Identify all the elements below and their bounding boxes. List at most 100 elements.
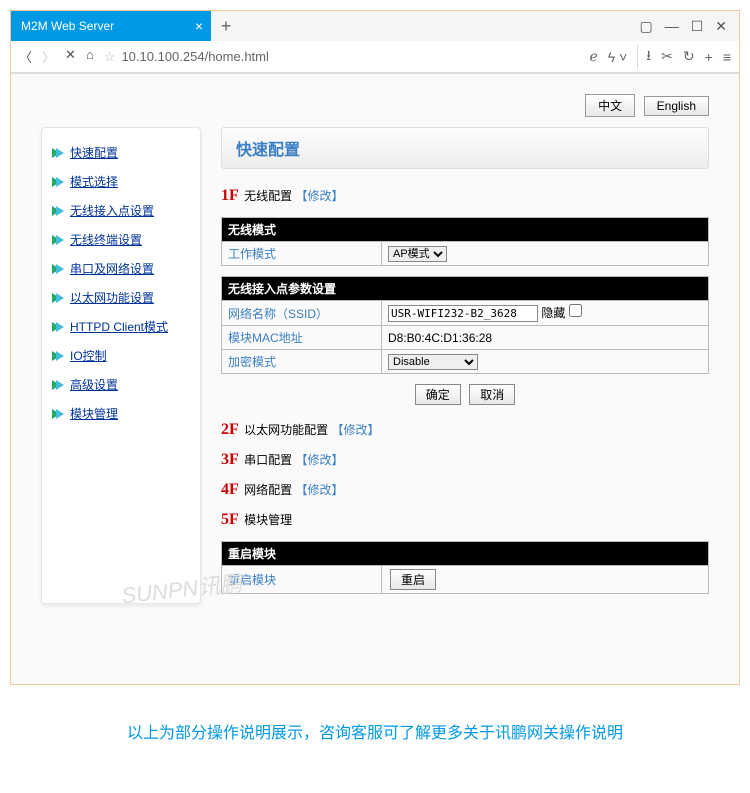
sidebar-item-ap[interactable]: 无线接入点设置 — [50, 196, 192, 225]
sidebar-item-serial[interactable]: 串口及网络设置 — [50, 254, 192, 283]
step-number: 3F — [221, 451, 239, 468]
section-header: 重启模块 — [222, 542, 709, 566]
step-title: 模块管理 — [244, 513, 292, 527]
cancel-button[interactable]: 取消 — [469, 384, 515, 405]
step-title: 串口配置 — [244, 453, 292, 467]
edit-link[interactable]: 【修改】 — [295, 189, 343, 203]
ssid-label: 网络名称（SSID） — [222, 301, 382, 326]
compat-icon[interactable]: ℯ — [589, 48, 597, 65]
tab-bar: M2M Web Server × + ▢ — ☐ ✕ — [11, 11, 739, 41]
reboot-table: 重启模块 重启模块 重启 — [221, 541, 709, 594]
browser-window: M2M Web Server × + ▢ — ☐ ✕ 〈 〉 ✕ ⌂ ☆ 10.… — [10, 10, 740, 685]
maximize-icon[interactable]: ☐ — [691, 18, 704, 35]
page-content: 中文 English 快速配置 模式选择 无线接入点设置 无线终端设置 串口及网… — [11, 74, 739, 684]
address-bar: 〈 〉 ✕ ⌂ ☆ 10.10.100.254/home.html ℯ ϟ ˅ … — [11, 41, 739, 73]
step-5: 5F 模块管理 — [221, 511, 709, 529]
arrow-icon — [52, 235, 64, 245]
browser-chrome: M2M Web Server × + ▢ — ☐ ✕ 〈 〉 ✕ ⌂ ☆ 10.… — [11, 11, 739, 74]
window-controls: ▢ — ☐ ✕ — [639, 18, 739, 35]
lang-en-button[interactable]: English — [644, 96, 709, 116]
url-text: 10.10.100.254/home.html — [121, 49, 268, 64]
lang-zh-button[interactable]: 中文 — [585, 94, 635, 117]
url-field[interactable]: ☆ 10.10.100.254/home.html — [104, 49, 580, 65]
sidebar-item-label: 快速配置 — [70, 144, 118, 161]
step-1: 1F 无线配置 【修改】 — [221, 187, 709, 205]
sidebar-item-label: 以太网功能设置 — [70, 289, 154, 306]
sidebar-item-label: 串口及网络设置 — [70, 260, 154, 277]
step-number: 5F — [221, 511, 239, 528]
hide-checkbox[interactable] — [569, 304, 582, 317]
ssid-input[interactable] — [388, 305, 538, 322]
sidebar-item-httpd[interactable]: HTTPD Client模式 — [50, 312, 192, 341]
main-panel: 快速配置 1F 无线配置 【修改】 无线模式 工作模式 AP模式 无线接入点参数… — [221, 127, 709, 604]
cut-icon[interactable]: ✂ — [661, 48, 673, 65]
step-number: 4F — [221, 481, 239, 498]
sidebar-item-module[interactable]: 模块管理 — [50, 399, 192, 428]
page-title: 快速配置 — [221, 127, 709, 169]
sidebar-item-eth[interactable]: 以太网功能设置 — [50, 283, 192, 312]
mac-value: D8:B0:4C:D1:36:28 — [382, 326, 709, 350]
step-title: 网络配置 — [244, 483, 292, 497]
tab-title: M2M Web Server — [21, 19, 114, 33]
sidebar-item-sta[interactable]: 无线终端设置 — [50, 225, 192, 254]
reboot-label: 重启模块 — [222, 566, 382, 594]
browser-tab[interactable]: M2M Web Server × — [11, 11, 211, 41]
sidebar-item-label: 高级设置 — [70, 376, 118, 393]
language-bar: 中文 English — [41, 94, 709, 117]
arrow-icon — [52, 177, 64, 187]
stop-icon[interactable]: ✕ — [65, 47, 76, 66]
close-window-icon[interactable]: ✕ — [715, 18, 727, 35]
arrow-icon — [52, 351, 64, 361]
sidebar-item-mode[interactable]: 模式选择 — [50, 167, 192, 196]
work-mode-label: 工作模式 — [222, 242, 382, 266]
wireless-mode-table: 无线模式 工作模式 AP模式 — [221, 217, 709, 266]
arrow-icon — [52, 264, 64, 274]
refresh-icon[interactable]: ↻ — [683, 48, 695, 65]
sidebar-item-advanced[interactable]: 高级设置 — [50, 370, 192, 399]
minimize-icon[interactable]: — — [665, 18, 679, 35]
mac-label: 模块MAC地址 — [222, 326, 382, 350]
sidebar-item-label: IO控制 — [70, 347, 107, 364]
arrow-icon — [52, 322, 64, 332]
sidebar-item-label: 模式选择 — [70, 173, 118, 190]
enc-select[interactable]: Disable — [388, 354, 478, 370]
step-4: 4F 网络配置 【修改】 — [221, 481, 709, 499]
step-number: 1F — [221, 187, 239, 204]
ap-params-table: 无线接入点参数设置 网络名称（SSID） 隐藏 模块MAC地址 D8:B0:4C… — [221, 276, 709, 374]
arrow-icon — [52, 206, 64, 216]
sidebar: 快速配置 模式选择 无线接入点设置 无线终端设置 串口及网络设置 以太网功能设置… — [41, 127, 201, 604]
sidebar-item-label: 无线终端设置 — [70, 231, 142, 248]
menu-icon[interactable]: ≡ — [723, 49, 731, 65]
sidebar-item-io[interactable]: IO控制 — [50, 341, 192, 370]
reboot-button[interactable]: 重启 — [390, 569, 436, 590]
home-icon[interactable]: ⌂ — [86, 47, 94, 66]
caption-text: 以上为部分操作说明展示，咨询客服可了解更多关于讯鹏网关操作说明 — [0, 695, 750, 783]
arrow-icon — [52, 148, 64, 158]
sidebar-item-label: 模块管理 — [70, 405, 118, 422]
step-2: 2F 以太网功能配置 【修改】 — [221, 421, 709, 439]
arrow-icon — [52, 293, 64, 303]
section-header: 无线模式 — [222, 218, 709, 242]
star-icon[interactable]: ☆ — [104, 49, 116, 65]
sidebar-item-quickcfg[interactable]: 快速配置 — [50, 138, 192, 167]
step-3: 3F 串口配置 【修改】 — [221, 451, 709, 469]
step-title: 无线配置 — [244, 189, 292, 203]
lightning-icon[interactable]: ϟ ˅ — [608, 49, 627, 65]
ok-button[interactable]: 确定 — [415, 384, 461, 405]
download-icon[interactable]: ⭳ — [646, 45, 651, 69]
dock-icon[interactable]: ▢ — [639, 18, 652, 35]
arrow-icon — [52, 380, 64, 390]
close-icon[interactable]: × — [195, 18, 203, 34]
edit-link[interactable]: 【修改】 — [331, 423, 379, 437]
sidebar-item-label: HTTPD Client模式 — [70, 318, 168, 335]
back-icon[interactable]: 〈 — [19, 47, 32, 66]
edit-link[interactable]: 【修改】 — [295, 483, 343, 497]
button-row: 确定 取消 — [221, 384, 709, 405]
sidebar-item-label: 无线接入点设置 — [70, 202, 154, 219]
forward-icon[interactable]: 〉 — [42, 47, 55, 66]
step-number: 2F — [221, 421, 239, 438]
edit-link[interactable]: 【修改】 — [295, 453, 343, 467]
plus-icon[interactable]: + — [705, 49, 713, 65]
new-tab-button[interactable]: + — [211, 16, 241, 37]
work-mode-select[interactable]: AP模式 — [388, 246, 447, 262]
